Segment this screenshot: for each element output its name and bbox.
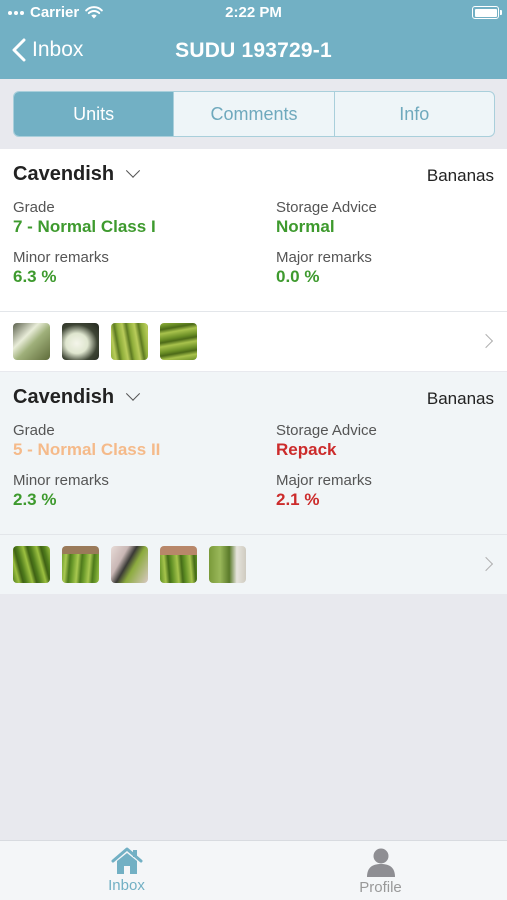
grade-field: Grade 5 - Normal Class II bbox=[13, 422, 160, 460]
storage-advice-field: Storage Advice Repack bbox=[276, 422, 377, 460]
photo-thumbnails bbox=[13, 323, 197, 360]
grade-label: Grade bbox=[13, 199, 55, 216]
tab-bar-inbox[interactable]: Inbox bbox=[0, 841, 253, 900]
grade-label: Grade bbox=[13, 422, 55, 439]
variety-selector[interactable]: Cavendish bbox=[13, 386, 141, 409]
major-remarks-value: 0.0 % bbox=[276, 267, 320, 286]
minor-remarks-field: Minor remarks 2.3 % bbox=[13, 472, 109, 510]
minor-remarks-value: 6.3 % bbox=[13, 267, 57, 286]
tab-bar-profile-label: Profile bbox=[359, 879, 402, 896]
major-remarks-label: Major remarks bbox=[276, 472, 372, 489]
chevron-down-icon bbox=[126, 386, 141, 401]
minor-remarks-label: Minor remarks bbox=[13, 472, 109, 489]
photos-row[interactable] bbox=[0, 534, 507, 594]
minor-remarks-field: Minor remarks 6.3 % bbox=[13, 249, 109, 287]
photo-thumbnail[interactable] bbox=[160, 323, 197, 360]
grade-value: 7 - Normal Class I bbox=[13, 217, 156, 236]
chevron-down-icon bbox=[126, 163, 141, 178]
tab-bar-inbox-label: Inbox bbox=[108, 877, 145, 894]
nav-bar: Inbox SUDU 193729-1 bbox=[0, 26, 507, 79]
header: Carrier 2:22 PM Inbox SUDU 193729-1 bbox=[0, 0, 507, 79]
battery-icon bbox=[472, 6, 502, 19]
photo-thumbnail[interactable] bbox=[62, 323, 99, 360]
product-label: Bananas bbox=[426, 389, 494, 408]
photo-thumbnail[interactable] bbox=[111, 323, 148, 360]
storage-advice-field: Storage Advice Normal bbox=[276, 199, 377, 237]
variety-label: Cavendish bbox=[13, 163, 115, 185]
tab-comments[interactable]: Comments bbox=[174, 92, 335, 136]
chevron-right-icon bbox=[478, 333, 494, 349]
status-time: 2:22 PM bbox=[225, 4, 282, 21]
major-remarks-field: Major remarks 0.0 % bbox=[276, 249, 372, 287]
storage-advice-label: Storage Advice bbox=[276, 199, 377, 216]
storage-advice-value: Normal bbox=[276, 217, 335, 236]
major-remarks-label: Major remarks bbox=[276, 249, 372, 266]
status-bar: Carrier 2:22 PM bbox=[0, 0, 507, 26]
storage-advice-label: Storage Advice bbox=[276, 422, 377, 439]
photo-thumbnail[interactable] bbox=[209, 546, 246, 583]
photo-thumbnail[interactable] bbox=[160, 546, 197, 583]
tab-bar-profile[interactable]: Profile bbox=[254, 841, 507, 900]
page-title: SUDU 193729-1 bbox=[175, 39, 332, 62]
variety-label: Cavendish bbox=[13, 386, 115, 408]
photos-row[interactable] bbox=[0, 311, 507, 371]
photo-thumbnail[interactable] bbox=[13, 546, 50, 583]
storage-advice-value: Repack bbox=[276, 440, 337, 459]
photo-thumbnails bbox=[13, 546, 246, 583]
segment-area: Units Comments Info bbox=[0, 79, 507, 149]
minor-remarks-label: Minor remarks bbox=[13, 249, 109, 266]
grade-field: Grade 7 - Normal Class I bbox=[13, 199, 156, 237]
minor-remarks-value: 2.3 % bbox=[13, 490, 57, 509]
photo-thumbnail[interactable] bbox=[62, 546, 99, 583]
person-icon bbox=[366, 848, 395, 877]
grade-value: 5 - Normal Class II bbox=[13, 440, 161, 459]
photo-thumbnail[interactable] bbox=[111, 546, 148, 583]
unit-card[interactable]: Cavendish Bananas Grade 5 - Normal Class… bbox=[0, 372, 507, 534]
unit-card[interactable]: Cavendish Bananas Grade 7 - Normal Class… bbox=[0, 149, 507, 311]
major-remarks-field: Major remarks 2.1 % bbox=[276, 472, 372, 510]
tab-units[interactable]: Units bbox=[14, 92, 175, 136]
major-remarks-value: 2.1 % bbox=[276, 490, 320, 509]
segmented-control: Units Comments Info bbox=[13, 91, 495, 137]
product-label: Bananas bbox=[426, 166, 494, 185]
tab-bar: Inbox Profile bbox=[0, 840, 507, 900]
photo-thumbnail[interactable] bbox=[13, 323, 50, 360]
chevron-right-icon bbox=[478, 556, 494, 572]
home-icon bbox=[111, 847, 142, 874]
variety-selector[interactable]: Cavendish bbox=[13, 163, 141, 186]
tab-info[interactable]: Info bbox=[335, 92, 494, 136]
